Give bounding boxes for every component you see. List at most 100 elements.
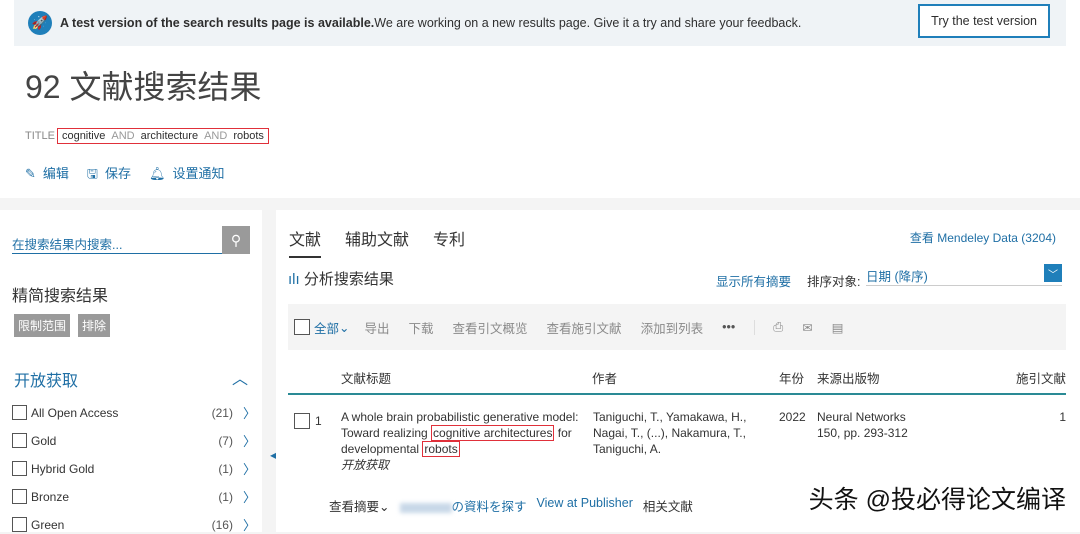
- test-version-banner: 🚀 A test version of the search results p…: [14, 0, 1066, 46]
- open-access-label: 开放获取: [341, 458, 390, 472]
- open-access-facet-header[interactable]: 开放获取 ︿: [14, 367, 248, 391]
- save-label: 保存: [105, 166, 132, 181]
- export-button[interactable]: 导出: [365, 318, 390, 337]
- result-authors: Taniguchi, T., Yamakawa, H., Nagai, T., …: [593, 410, 747, 456]
- facet-item[interactable]: Green (16) 〉: [12, 515, 256, 534]
- related-documents-link[interactable]: 相关文献: [643, 496, 693, 515]
- tab-secondary-documents[interactable]: 辅助文献: [345, 226, 409, 258]
- tab-patents[interactable]: 专利: [433, 226, 465, 258]
- facet-item[interactable]: All Open Access (21) 〉: [12, 403, 256, 422]
- column-source[interactable]: 来源出版物: [817, 368, 880, 387]
- page-title: 92 文献搜索结果: [25, 69, 262, 105]
- column-cited-by[interactable]: 施引文献: [1016, 368, 1066, 387]
- pencil-icon: ✎: [25, 166, 36, 181]
- cited-by-button[interactable]: 查看施引文献: [547, 318, 622, 337]
- more-button[interactable]: •••: [722, 320, 735, 334]
- save-button[interactable]: 🖫 保存: [87, 163, 131, 187]
- facet-item[interactable]: Hybrid Gold (1) 〉: [12, 459, 256, 478]
- facet-count: (21): [211, 405, 233, 420]
- find-resource-link[interactable]: の資料を探す: [399, 496, 527, 515]
- blurred-institution: [399, 502, 452, 513]
- facet-count: (7): [218, 433, 233, 448]
- query-operator: AND: [204, 130, 228, 142]
- result-source[interactable]: Neural Networks: [817, 409, 906, 425]
- sort-value: 日期 (降序): [866, 270, 928, 284]
- column-authors[interactable]: 作者: [592, 368, 617, 387]
- column-title[interactable]: 文献标题: [341, 368, 391, 387]
- result-title[interactable]: A whole brain probabilistic generative m…: [341, 409, 581, 473]
- title-highlight: cognitive architectures: [431, 425, 555, 441]
- edit-button[interactable]: ✎ 编辑: [25, 163, 69, 187]
- find-label: の資料を探す: [451, 500, 527, 514]
- show-all-abstracts-link[interactable]: 显示所有摘要: [716, 271, 791, 290]
- results-toolbar: 全部 ⌄ 导出 下载 查看引文概览 查看施引文献 添加到列表 ••• ⎙ ✉ ▤: [288, 304, 1066, 350]
- sidebar: 在搜索结果内搜索... ⚲ 精简搜索结果 限制范围 排除 开放获取 ︿ All Ope…: [0, 210, 262, 534]
- analyze-label: 分析搜索结果: [303, 271, 394, 288]
- checkbox[interactable]: [12, 489, 27, 504]
- search-icon[interactable]: ⚲: [222, 226, 250, 254]
- chevron-down-icon[interactable]: ﹀: [1044, 264, 1062, 282]
- facet-label: Bronze: [31, 489, 70, 504]
- facet-label: Hybrid Gold: [31, 461, 95, 476]
- search-placeholder: 在搜索结果内搜索...: [12, 238, 123, 252]
- checkbox[interactable]: [12, 517, 27, 532]
- facet-count: (1): [218, 489, 233, 504]
- bell-icon: 🔔︎: [149, 166, 166, 181]
- view-abstract-link[interactable]: 查看摘要⌄: [329, 496, 390, 515]
- chevron-up-icon[interactable]: ︿: [232, 365, 248, 389]
- query-operator: AND: [111, 130, 135, 142]
- query-term: architecture: [140, 130, 199, 142]
- facet-count: (16): [211, 517, 233, 532]
- bibliography-icon[interactable]: ▤: [832, 320, 844, 335]
- email-icon[interactable]: ✉: [802, 320, 812, 335]
- result-year: 2022: [779, 410, 806, 424]
- edit-label: 编辑: [42, 166, 69, 181]
- select-all-label: 全部: [314, 321, 340, 336]
- alert-label: 设置通知: [172, 166, 225, 181]
- search-within-input[interactable]: 在搜索结果内搜索... ⚲: [12, 226, 250, 254]
- select-all[interactable]: 全部 ⌄: [294, 318, 350, 337]
- chevron-right-icon[interactable]: 〉: [243, 403, 256, 422]
- chevron-right-icon[interactable]: 〉: [243, 515, 256, 534]
- download-button[interactable]: 下载: [409, 318, 434, 337]
- add-to-list-button[interactable]: 添加到列表: [641, 318, 704, 337]
- chevron-right-icon[interactable]: 〉: [243, 431, 256, 450]
- checkbox[interactable]: [294, 413, 310, 429]
- print-icon[interactable]: ⎙: [754, 319, 783, 335]
- chevron-right-icon[interactable]: 〉: [243, 487, 256, 506]
- set-alert-button[interactable]: 🔔︎ 设置通知: [149, 163, 225, 187]
- facet-item[interactable]: Bronze (1) 〉: [12, 487, 256, 506]
- facet-label: All Open Access: [31, 405, 119, 420]
- checkbox[interactable]: [12, 405, 27, 420]
- bar-chart-icon: ılı: [288, 271, 300, 288]
- sort-select[interactable]: 日期 (降序) ﹀: [866, 264, 1062, 286]
- view-at-publisher-link[interactable]: View at Publisher: [537, 496, 633, 515]
- sort-label: 排序对象:: [807, 275, 861, 289]
- checkbox[interactable]: [12, 461, 27, 476]
- refine-heading: 精简搜索结果: [12, 288, 109, 305]
- result-cited-count[interactable]: 1: [1059, 409, 1066, 425]
- title-highlight: robots: [422, 441, 460, 457]
- limit-to-button[interactable]: 限制范围: [14, 314, 71, 337]
- tab-documents[interactable]: 文献: [289, 226, 322, 258]
- analyze-results-link[interactable]: ılı 分析搜索结果: [288, 268, 394, 289]
- citation-overview-button[interactable]: 查看引文概览: [453, 318, 528, 337]
- watermark: 头条 @投必得论文编译: [808, 486, 1066, 514]
- facet-count: (1): [218, 461, 233, 476]
- save-icon: 🖫: [86, 166, 98, 181]
- checkbox[interactable]: [12, 433, 27, 448]
- result-source-detail: 150, pp. 293-312: [817, 426, 908, 440]
- exclude-button[interactable]: 排除: [78, 314, 111, 337]
- results-table-header: 文献标题 作者 年份 来源出版物 施引文献: [288, 365, 1066, 395]
- column-year[interactable]: 年份: [779, 368, 804, 387]
- chevron-right-icon[interactable]: 〉: [243, 459, 256, 478]
- query-field: TITLE: [25, 130, 55, 142]
- facet-label: Gold: [31, 433, 57, 448]
- try-test-version-button[interactable]: Try the test version: [918, 4, 1050, 38]
- open-access-label: 开放获取: [14, 373, 79, 390]
- checkbox[interactable]: [294, 319, 310, 335]
- query-term: cognitive: [61, 130, 106, 142]
- mendeley-data-link[interactable]: 查看 Mendeley Data (3204): [910, 229, 1056, 246]
- facet-item[interactable]: Gold (7) 〉: [12, 431, 256, 450]
- rocket-icon: 🚀: [28, 11, 52, 35]
